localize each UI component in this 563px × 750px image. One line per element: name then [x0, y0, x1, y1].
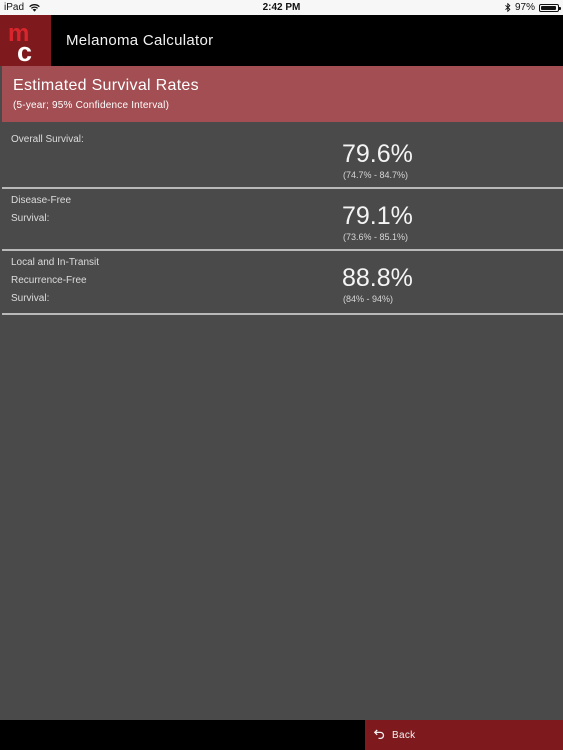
result-confidence-interval: (84% - 94%): [343, 294, 394, 304]
result-row-overall-survival: Overall Survival: 79.6% (74.7% - 84.7%): [2, 122, 563, 189]
back-button[interactable]: Back: [365, 720, 563, 750]
app-header: m c Melanoma Calculator: [0, 15, 563, 66]
result-value: 88.8%: [342, 264, 413, 292]
back-button-label: Back: [392, 729, 416, 741]
app-title: Melanoma Calculator: [66, 32, 214, 49]
banner-title: Estimated Survival Rates: [13, 77, 199, 94]
result-row-recurrence-free-survival: Local and In-Transit Recurrence-Free Sur…: [2, 251, 563, 315]
banner-subtitle: (5-year; 95% Confidence Interval): [13, 100, 170, 111]
status-time: 2:42 PM: [262, 2, 301, 13]
result-row-disease-free-survival: Disease-Free Survival: 79.1% (73.6% - 85…: [2, 189, 563, 251]
result-value: 79.6%: [342, 140, 413, 168]
result-label: Local and In-Transit Recurrence-Free Sur…: [11, 257, 100, 304]
battery-icon: [539, 3, 561, 12]
status-bar: iPad 2:42 PM 97%: [0, 0, 563, 15]
svg-text:c: c: [17, 37, 32, 66]
result-value: 79.1%: [342, 202, 413, 230]
results-list: Overall Survival: 79.6% (74.7% - 84.7%) …: [2, 122, 563, 315]
bluetooth-icon: [505, 3, 511, 12]
result-confidence-interval: (73.6% - 85.1%): [343, 232, 409, 242]
result-confidence-interval: (74.7% - 84.7%): [343, 170, 409, 180]
result-label: Overall Survival:: [11, 134, 84, 145]
footer-bar: Back: [0, 720, 563, 750]
results-banner: Estimated Survival Rates (5-year; 95% Co…: [2, 66, 563, 122]
app-logo[interactable]: m c: [0, 15, 51, 66]
undo-arrow-icon: [373, 729, 385, 742]
battery-percent: 97%: [514, 2, 535, 13]
result-label: Disease-Free Survival:: [11, 195, 72, 224]
